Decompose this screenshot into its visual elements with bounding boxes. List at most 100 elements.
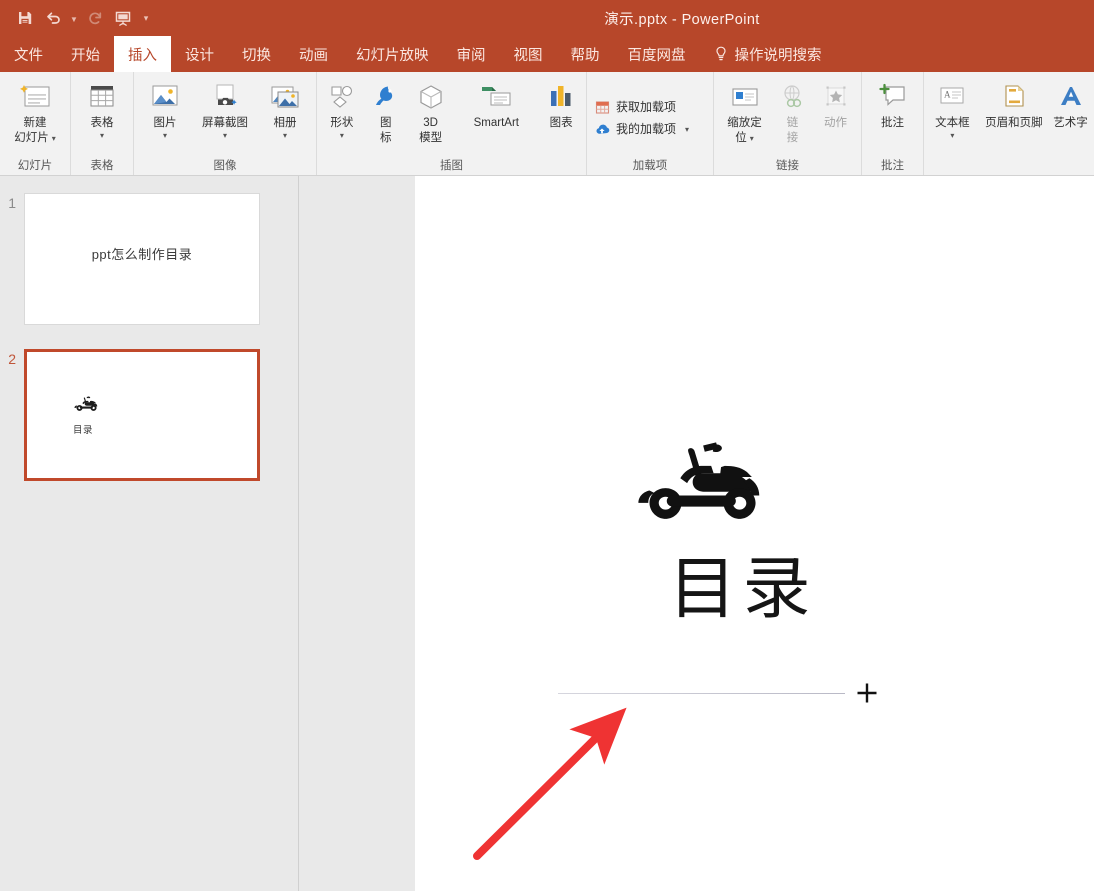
slide-thumbnail-2[interactable]: 目录 (24, 349, 260, 481)
red-arrow-annotation (455, 696, 655, 881)
chevron-down-icon[interactable]: ▾ (950, 131, 954, 140)
new-comment-button[interactable]: 批注 (865, 77, 921, 130)
screenshot-button[interactable]: 屏幕截图 ▾ (193, 77, 257, 140)
my-addins-button[interactable]: 我的加载项 ▾ (595, 122, 705, 137)
powerpoint-window: ▼ ▾ 演示.pptx - PowerPoint 文件 开始 插入 设计 切换 … (0, 0, 1094, 891)
slide-thumbnail-1[interactable]: ppt怎么制作目录 (24, 193, 260, 325)
link-icon (778, 79, 808, 115)
chevron-down-icon[interactable]: ▾ (340, 131, 344, 140)
scooter-icon (73, 396, 101, 421)
canvas-gutter (299, 176, 415, 891)
wordart-button[interactable]: 艺术字 (1049, 77, 1092, 130)
ribbon-group-label-illustrations: 插图 (440, 160, 463, 172)
new-slide-button[interactable]: 新建 幻灯片 ▾ (3, 77, 67, 145)
ribbon: 新建 幻灯片 ▾ 幻灯片 表格 ▾ 表格 图片 ▾ 屏幕截图 ▾ 相册 ▾ 图像… (0, 72, 1094, 176)
chevron-down-icon[interactable]: ▾ (750, 134, 754, 143)
chevron-down-icon[interactable]: ▾ (100, 131, 104, 140)
tab-baidu-netdisk[interactable]: 百度网盘 (614, 36, 700, 72)
tab-slideshow[interactable]: 幻灯片放映 (342, 36, 443, 72)
link-button: 链 接 (773, 77, 813, 145)
table-icon (86, 79, 118, 115)
chevron-down-icon[interactable]: ▾ (52, 134, 56, 143)
slide-title[interactable]: 目录 (415, 556, 1094, 624)
slide-number-2: 2 (8, 351, 16, 367)
picture-label: 图片 (153, 117, 177, 129)
ribbon-group-label-comments: 批注 (881, 160, 904, 172)
text-box-label: 文本框 (935, 117, 970, 129)
slide-number-1: 1 (8, 195, 16, 211)
tab-transitions[interactable]: 切换 (228, 36, 285, 72)
workspace: 1 ppt怎么制作目录 2 目录 目录 (0, 176, 1094, 891)
photo-album-button[interactable]: 相册 ▾ (257, 77, 313, 140)
text-box-button[interactable]: A 文本框 ▾ (926, 77, 979, 140)
smartart-button[interactable]: SmartArt (454, 77, 538, 130)
chevron-down-icon[interactable]: ▾ (163, 131, 167, 140)
slide-thumbnail-pane[interactable]: 1 ppt怎么制作目录 2 目录 (0, 176, 299, 891)
wordart-label: 艺术字 (1053, 117, 1088, 129)
customize-quick-access-icon[interactable]: ▾ (138, 5, 154, 31)
screenshot-icon (209, 79, 241, 115)
tab-help[interactable]: 帮助 (557, 36, 614, 72)
text-box-icon: A (936, 79, 968, 115)
link-label-line2: 接 (786, 132, 799, 144)
smartart-icon (479, 79, 513, 115)
picture-button[interactable]: 图片 ▾ (137, 77, 193, 140)
icons-button[interactable]: 图 标 (365, 77, 407, 145)
chart-icon (546, 79, 576, 115)
tab-review[interactable]: 审阅 (443, 36, 500, 72)
tab-view[interactable]: 视图 (500, 36, 557, 72)
chevron-down-icon[interactable]: ▾ (685, 125, 689, 134)
save-icon[interactable] (12, 5, 38, 31)
header-footer-label: 页眉和页脚 (985, 117, 1043, 129)
3d-model-label-line2: 模型 (419, 132, 443, 144)
tab-animations[interactable]: 动画 (285, 36, 342, 72)
get-addins-label: 获取加载项 (616, 99, 677, 114)
icons-label-line1: 图 (380, 117, 392, 129)
3d-model-icon (416, 79, 446, 115)
tab-file[interactable]: 文件 (0, 36, 57, 72)
slide-thumbnail-2-title: 目录 (73, 425, 94, 436)
undo-icon[interactable] (40, 5, 66, 31)
get-addins-button[interactable]: 获取加载项 (595, 100, 705, 115)
picture-icon (149, 79, 181, 115)
scooter-icon[interactable] (631, 441, 779, 550)
table-button[interactable]: 表格 ▾ (74, 77, 130, 140)
ribbon-group-label-slides: 幻灯片 (17, 160, 53, 172)
3d-model-button[interactable]: 3D 模型 (407, 77, 455, 145)
thumbnail-row-1[interactable]: 1 ppt怎么制作目录 (2, 193, 260, 325)
ribbon-group-addins: 获取加载项 我的加载项 ▾ 加载项 (587, 72, 714, 175)
tab-home[interactable]: 开始 (57, 36, 114, 72)
photo-album-label: 相册 (273, 117, 297, 129)
start-slideshow-icon[interactable] (110, 5, 136, 31)
slide-canvas[interactable]: 目录 (415, 176, 1094, 891)
get-addins-icon (595, 100, 610, 114)
chevron-down-icon[interactable]: ▾ (283, 131, 287, 140)
chevron-down-icon[interactable]: ▾ (223, 131, 227, 140)
thumbnail-row-2[interactable]: 2 目录 (2, 349, 260, 481)
ribbon-tab-strip: 文件 开始 插入 设计 切换 动画 幻灯片放映 审阅 视图 帮助 百度网盘 操作… (0, 36, 1094, 72)
ribbon-group-text: A 文本框 ▾ 页眉和页脚 艺术字 (924, 72, 1094, 175)
undo-dropdown-caret-icon[interactable]: ▼ (68, 5, 80, 31)
smartart-label: SmartArt (473, 117, 520, 129)
action-label: 动作 (824, 117, 847, 129)
action-button: 动作 (813, 77, 859, 130)
header-footer-button[interactable]: 页眉和页脚 (979, 77, 1049, 130)
icons-label-line2: 标 (380, 132, 392, 144)
new-slide-label-line2: 幻灯片 (14, 132, 49, 144)
redo-icon[interactable] (82, 5, 108, 31)
zoom-locate-label-line2: 位 (735, 132, 747, 144)
window-title-text: 演示.pptx - PowerPoint (604, 11, 760, 28)
window-title: 演示.pptx - PowerPoint (0, 0, 1094, 36)
tab-insert[interactable]: 插入 (114, 36, 171, 72)
tell-me-search[interactable]: 操作说明搜索 (700, 36, 832, 72)
ribbon-group-slides: 新建 幻灯片 ▾ 幻灯片 (0, 72, 71, 175)
slide-divider-line[interactable] (558, 693, 845, 694)
shapes-button[interactable]: 形状 ▾ (319, 77, 365, 140)
zoom-locate-button[interactable]: 缩放定 位 ▾ (717, 77, 773, 145)
3d-model-label-line1: 3D (423, 117, 438, 129)
lightbulb-icon (715, 46, 726, 61)
ribbon-group-label-links: 链接 (776, 160, 799, 172)
new-slide-label-line1: 新建 (23, 117, 47, 129)
tab-design[interactable]: 设计 (171, 36, 228, 72)
chart-button[interactable]: 图表 (538, 77, 584, 130)
